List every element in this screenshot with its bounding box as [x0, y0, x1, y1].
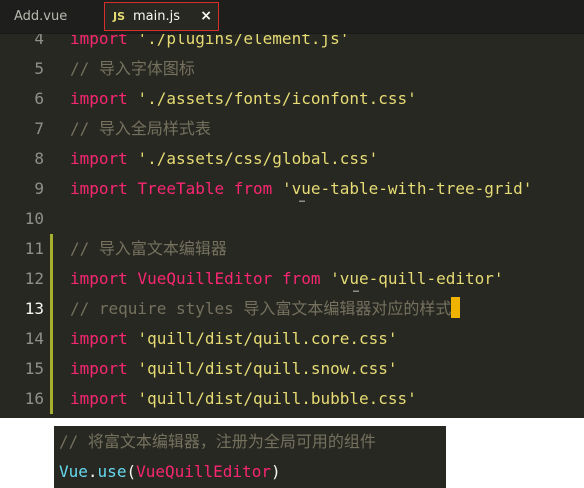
line-code: import 'quill/dist/quill.core.css' — [70, 324, 398, 354]
line-number: 12 — [24, 269, 44, 288]
line-code: import 'quill/dist/quill.bubble.css' — [70, 384, 417, 414]
code-token: import — [70, 389, 128, 408]
code-line[interactable]: 8 import './assets/css/global.css' — [0, 144, 584, 174]
code-line[interactable]: 15 import 'quill/dist/quill.snow.css' — [0, 354, 584, 384]
tab-main-js[interactable]: JS main.js × — [104, 2, 219, 31]
code-lines: 4 import './plugins/element.js' 5// 导入字体图标… — [0, 24, 584, 414]
snippet-code: Vue.use(VueQuillEditor) — [59, 457, 281, 487]
code-token: import — [70, 329, 128, 348]
fold-dots-line-9: … — [299, 194, 306, 205]
code-line[interactable]: 12 import VueQuillEditor from 'vue-quill-… — [0, 264, 584, 294]
code-token: VueQuillEditor — [137, 269, 273, 288]
line-code: import VueQuillEditor from 'vue-quill-ed… — [70, 264, 504, 294]
code-token: import — [70, 89, 128, 108]
line-code: import './assets/fonts/iconfont.css' — [70, 84, 417, 114]
code-line[interactable]: 10 — [0, 204, 584, 234]
code-token: './assets/css/global.css' — [137, 149, 379, 168]
modified-lines-marker — [50, 234, 53, 414]
line-number: 11 — [24, 239, 44, 258]
code-editor[interactable]: 4 import './plugins/element.js' 5// 导入字体图标… — [0, 0, 584, 418]
code-token: // 导入富文本编辑器 — [70, 239, 227, 258]
code-token: // 导入字体图标 — [70, 59, 195, 78]
code-snippet: // 将富文本编辑器，注册为全局可用的组件 Vue.use(VueQuillEd… — [54, 426, 446, 488]
code-token: import — [70, 269, 128, 288]
line-code: // 导入字体图标 — [70, 54, 195, 84]
line-code: import './assets/css/global.css' — [70, 144, 378, 174]
snippet-close-paren: ) — [270, 462, 281, 481]
close-icon[interactable]: × — [200, 8, 212, 24]
code-line[interactable]: 11 // 导入富文本编辑器 — [0, 234, 584, 264]
code-token: 'quill/dist/quill.core.css' — [137, 329, 398, 348]
line-number: 13 — [24, 299, 44, 318]
code-token: 'vue-table-with-tree-grid' — [281, 179, 533, 198]
code-line[interactable]: 7 // 导入全局样式表 — [0, 114, 584, 144]
code-token: './assets/fonts/iconfont.css' — [137, 89, 417, 108]
code-line[interactable]: 6 import './assets/fonts/iconfont.css' — [0, 84, 584, 114]
tab-label: main.js — [133, 9, 181, 24]
code-token: from — [281, 269, 321, 288]
tab-label: Add.vue — [14, 9, 68, 24]
line-number: 8 — [34, 149, 44, 168]
line-code: import 'quill/dist/quill.snow.css' — [70, 354, 398, 384]
snippet-argument: VueQuillEditor — [136, 462, 271, 481]
fold-dots-line-12: … — [353, 284, 360, 295]
code-line[interactable]: 5 // 导入字体图标 — [0, 54, 584, 84]
code-token: from — [233, 179, 273, 198]
code-token: import — [70, 179, 128, 198]
line-number: 16 — [24, 389, 44, 408]
text-cursor — [451, 297, 461, 318]
code-line[interactable]: 16 import 'quill/dist/quill.bubble.css' — [0, 384, 584, 414]
code-token: import — [70, 149, 128, 168]
snippet-dot: . — [87, 462, 98, 481]
line-number: 15 — [24, 359, 44, 378]
code-token: import — [70, 359, 128, 378]
tab-bar: Add.vue JS main.js × — [0, 0, 584, 34]
js-file-icon: JS — [113, 10, 126, 23]
code-token: 'quill/dist/quill.snow.css' — [137, 359, 398, 378]
line-number: 14 — [24, 329, 44, 348]
line-number: 10 — [24, 209, 44, 228]
line-number: 6 — [34, 89, 44, 108]
snippet-object: Vue — [59, 462, 88, 481]
line-code: // require styles 导入富文本编辑器对应的样式 — [70, 294, 461, 324]
code-token: TreeTable — [137, 179, 225, 198]
line-code: // 导入全局样式表 — [70, 114, 211, 144]
code-token: 'quill/dist/quill.bubble.css' — [137, 389, 417, 408]
code-line[interactable]: 13 // require styles 导入富文本编辑器对应的样式 — [0, 294, 584, 324]
code-token: // require styles 导入富文本编辑器对应的样式 — [70, 299, 452, 318]
code-token: // 导入全局样式表 — [70, 119, 211, 138]
code-line[interactable]: 9 import TreeTable from 'vue-table-with-t… — [0, 174, 584, 204]
line-number: 7 — [34, 119, 44, 138]
snippet-open-paren: ( — [126, 462, 137, 481]
code-line[interactable]: 14 import 'quill/dist/quill.core.css' — [0, 324, 584, 354]
line-number: 5 — [34, 59, 44, 78]
snippet-method: use — [97, 462, 127, 481]
tab-add-vue[interactable]: Add.vue — [0, 0, 98, 33]
line-number: 9 — [34, 179, 44, 198]
line-code: // 导入富文本编辑器 — [70, 234, 227, 264]
snippet-comment: // 将富文本编辑器，注册为全局可用的组件 — [59, 432, 376, 451]
